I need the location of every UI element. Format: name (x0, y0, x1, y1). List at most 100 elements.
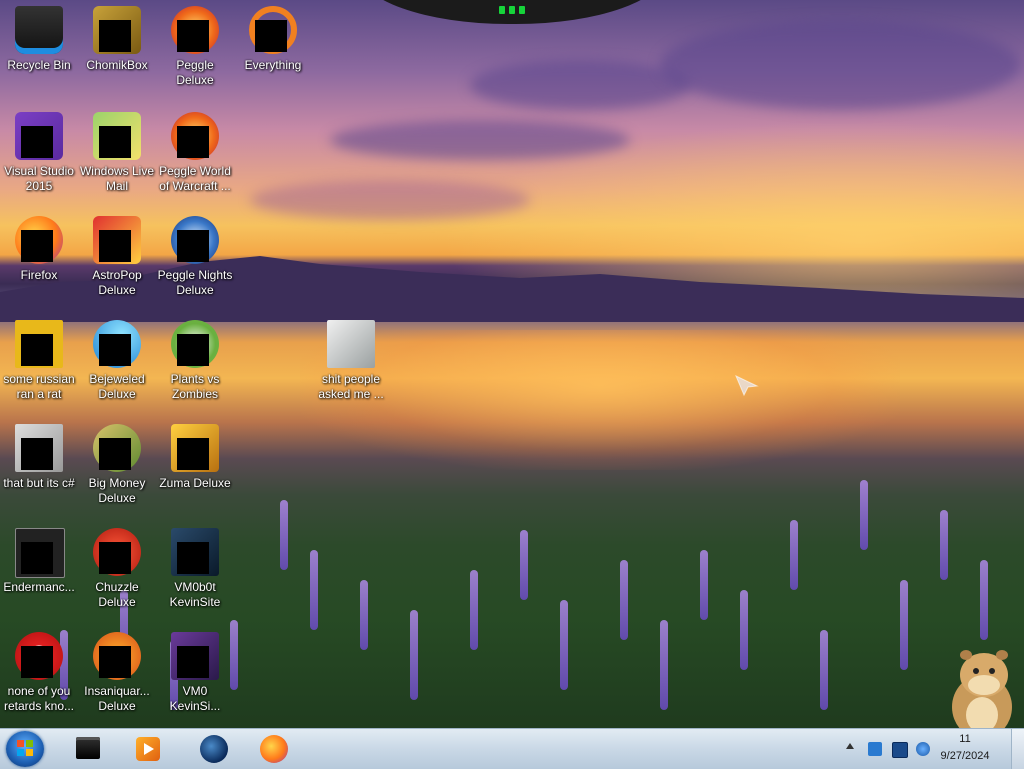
vm-app-icon (171, 632, 219, 680)
desktop-icon-vm0-kevinsi[interactable]: VM0 KevinSi... (156, 632, 234, 714)
icon-label: Peggle Nights Deluxe (157, 268, 233, 297)
tray-app-icon[interactable] (868, 742, 882, 756)
icon-label: Insaniquar... Deluxe (84, 684, 150, 713)
icon-label: some russian ran a rat (3, 372, 75, 401)
taskbar-file-manager[interactable] (70, 732, 106, 766)
desktop-icon-endermanch[interactable]: Endermanc... (0, 528, 78, 595)
desktop-icon-insaniquarium[interactable]: Insaniquar... Deluxe (78, 632, 156, 714)
desktop-icon-plants-vs-zombies[interactable]: Plants vs Zombies (156, 320, 234, 402)
icon-label: Big Money Deluxe (88, 476, 146, 505)
lupine-flower (700, 550, 708, 620)
icon-label: Everything (244, 58, 302, 72)
cloud (470, 60, 690, 110)
icon-label: Chuzzle Deluxe (95, 580, 139, 609)
zuma-icon (171, 424, 219, 472)
desktop-icon-firefox[interactable]: Firefox (0, 216, 78, 283)
lupine-flower (740, 590, 748, 670)
lupine-flower (940, 510, 948, 580)
lupine-flower (900, 580, 908, 670)
start-button[interactable] (6, 731, 44, 767)
desktop[interactable]: Recycle Bin Visual Studio 2015 Firefox s… (0, 0, 1024, 728)
desktop-icon-recycle-bin[interactable]: Recycle Bin (0, 6, 78, 73)
icon-label: Plants vs Zombies (170, 372, 220, 401)
icon-label: Peggle Deluxe (176, 58, 214, 87)
lupine-flower (360, 580, 368, 650)
globe-browser-icon (200, 735, 228, 763)
file-manager-icon (76, 737, 100, 759)
desktop-icon-zuma[interactable]: Zuma Deluxe (156, 424, 234, 491)
icon-label: VM0 KevinSi... (169, 684, 221, 713)
desktop-icon-chuzzle[interactable]: Chuzzle Deluxe (78, 528, 156, 610)
icon-label: shit people asked me ... (318, 372, 384, 401)
big-money-icon (93, 424, 141, 472)
icon-label: VM0b0t KevinSite (169, 580, 221, 609)
status-led (509, 6, 515, 14)
taskbar-globe-browser[interactable] (196, 732, 232, 766)
hamster-mascot-icon (952, 650, 1012, 728)
tray-monitor-icon[interactable] (892, 742, 908, 758)
illustrator-file-icon (15, 320, 63, 368)
cloud (660, 20, 1020, 110)
firefox-icon (15, 216, 63, 264)
icon-label: Bejeweled Deluxe (89, 372, 145, 401)
desktop-icon-peggle-deluxe[interactable]: Peggle Deluxe (156, 6, 234, 88)
status-led (519, 6, 525, 14)
desktop-icon-bejeweled[interactable]: Bejeweled Deluxe (78, 320, 156, 402)
top-gadget-bar[interactable] (358, 0, 666, 24)
tray-expand-icon[interactable] (846, 743, 854, 749)
lupine-flower (280, 500, 288, 570)
desktop-icon-people-asked-folder[interactable]: shit people asked me ... (312, 320, 390, 402)
lupine-flower (310, 550, 318, 630)
chomikbox-icon (93, 6, 141, 54)
cloud (250, 180, 530, 220)
desktop-icon-everything[interactable]: Everything (234, 6, 312, 73)
recycle-bin-icon (15, 6, 63, 54)
icon-label: AstroPop Deluxe (92, 268, 142, 297)
icon-label: ChomikBox (86, 58, 148, 72)
lupine-flower (860, 480, 868, 550)
everything-search-icon (249, 6, 297, 54)
lupine-flower (820, 630, 828, 710)
desktop-icon-none-of-you[interactable]: none of you retards kno... (0, 632, 78, 714)
peggle-wow-icon (171, 112, 219, 160)
desktop-icon-visual-studio[interactable]: Visual Studio 2015 (0, 112, 78, 194)
mail-icon (93, 112, 141, 160)
icon-label: Visual Studio 2015 (4, 164, 74, 193)
taskbar-media-player[interactable] (130, 732, 166, 766)
lupine-flower (980, 560, 988, 640)
peggle-nights-icon (171, 216, 219, 264)
icon-label: none of you retards kno... (3, 684, 75, 713)
lupine-flower (790, 520, 798, 590)
chuzzle-icon (93, 528, 141, 576)
mouse-cursor-icon (735, 375, 759, 397)
app-round-icon (15, 632, 63, 680)
desktop-icon-peggle-wow[interactable]: Peggle World of Warcraft ... (156, 112, 234, 194)
icon-label: Windows Live Mail (79, 164, 155, 193)
desktop-icon-chomikbox[interactable]: ChomikBox (78, 6, 156, 73)
icon-label: Firefox (20, 268, 58, 282)
tray-network-icon[interactable] (916, 742, 930, 756)
desktop-icon-astropop[interactable]: AstroPop Deluxe (78, 216, 156, 298)
folder-icon (327, 320, 375, 368)
desktop-icon-vm0b0t-kevinsite[interactable]: VM0b0t KevinSite (156, 528, 234, 610)
icon-label: Recycle Bin (7, 58, 71, 72)
lupine-flower (660, 620, 668, 710)
taskbar[interactable]: 11 9/27/2024 (0, 728, 1024, 769)
icon-label: Peggle World of Warcraft ... (159, 164, 231, 193)
desktop-icon-russian-rat[interactable]: some russian ran a rat (0, 320, 78, 402)
bejeweled-icon (93, 320, 141, 368)
visual-studio-icon (15, 112, 63, 160)
desktop-icon-big-money[interactable]: Big Money Deluxe (78, 424, 156, 506)
stacked-files-icon (15, 424, 63, 472)
lupine-flower (620, 560, 628, 640)
status-led (499, 6, 505, 14)
clock-date: 9/27/2024 (940, 750, 990, 762)
desktop-icon-peggle-nights[interactable]: Peggle Nights Deluxe (156, 216, 234, 298)
taskbar-firefox[interactable] (256, 732, 292, 766)
desktop-icon-windows-live-mail[interactable]: Windows Live Mail (78, 112, 156, 194)
console-app-icon (15, 528, 65, 578)
system-clock[interactable]: 11 9/27/2024 (930, 731, 1000, 765)
show-desktop-button[interactable] (1011, 729, 1024, 769)
desktop-icon-that-but-csharp[interactable]: that but its c# (0, 424, 78, 491)
plants-vs-zombies-icon (171, 320, 219, 368)
